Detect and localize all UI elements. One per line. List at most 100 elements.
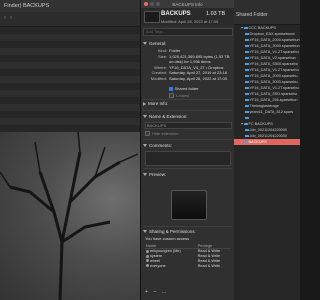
shared-folder-list: CCC BACKUPS Dropbox_EAX.sparsebund YF16_DA… (234, 25, 300, 145)
divider (143, 139, 232, 140)
folder-icon (245, 92, 249, 96)
general-value: Folder (169, 48, 181, 53)
shared-folder-checkbox[interactable]: Shared folder (169, 86, 199, 91)
folder-icon (244, 140, 248, 144)
shared-item-label: YF16_DATA_S500.sparsebu (249, 62, 298, 66)
name-field[interactable]: BACKUPS (145, 122, 232, 129)
user-icon (146, 259, 149, 263)
general-key: Modified: (150, 75, 167, 81)
shared-folder-label: Shared folder (174, 86, 199, 91)
disclosure-icon[interactable] (241, 123, 243, 125)
general-key: Where: (154, 64, 167, 70)
shared-item-label: BACKUPS (248, 140, 267, 144)
folder-icon (245, 80, 249, 84)
name-ext-section-toggle[interactable]: Name & Extension: (143, 114, 188, 119)
locked-label: Locked (176, 93, 189, 98)
folder-icon (245, 98, 249, 102)
locked-checkbox[interactable]: Locked (169, 93, 189, 99)
general-key: Kind: (157, 48, 167, 53)
shared-item-label: YF16_DATA_SSD.sparsebu (249, 92, 297, 96)
folder-icon (244, 122, 248, 126)
shared-item-label: YF16_DATA_2000.sparsebun (249, 38, 300, 42)
folder-icon (245, 68, 249, 72)
general-row: Modified: Saturday, April 28, 2022 at 17:… (143, 76, 229, 82)
permission-user: everyone (145, 263, 197, 268)
more-info-label: More Info: (148, 101, 169, 106)
shared-folder-window: Shared Folder CCC BACKUPS Dropbox_EAX.spa… (234, 0, 300, 300)
shared-item-label: YF16_DATA_256.sparsebun (249, 98, 298, 102)
info-window: BACKUPS Info BACKUPS 1.03 TB Modified: A… (140, 0, 235, 300)
divider (143, 226, 232, 227)
disclosure-open-icon (143, 230, 147, 234)
sharing-label: Sharing & Permissions: (149, 229, 196, 234)
disclosure-open-icon (143, 115, 147, 119)
add-user-button[interactable]: + (145, 289, 148, 295)
tags-input[interactable]: Add Tags... (143, 28, 233, 36)
shared-group-item[interactable]: BACKUPS (234, 139, 300, 145)
shared-item-label: Job_00211204220000 (249, 128, 288, 132)
shared-item-label: CCC BACKUPS (248, 26, 276, 30)
hide-extension-checkbox[interactable]: Hide extension (145, 131, 179, 137)
shared-item-label: YF16_DATA_V2.sparsebun (249, 56, 296, 60)
divider (143, 168, 232, 169)
more-info-section-toggle[interactable]: More Info: (143, 101, 168, 106)
permissions-table: Name Privilege erikyoungren (Me) Read & W… (145, 244, 231, 268)
hide-extension-label: Hide extension (152, 131, 179, 136)
shared-titlebar: Shared Folder (234, 0, 300, 25)
remove-user-button[interactable]: – (153, 289, 156, 295)
item-modified: Modified: April 28, 2022 at 17:05 (161, 19, 219, 24)
action-menu-button[interactable]: … (161, 289, 166, 295)
permission-user-name: wheel (150, 258, 160, 263)
permission-buttons: + – … (145, 289, 170, 295)
preview-label: Preview: (149, 172, 167, 177)
drive-icon (144, 11, 160, 23)
general-value: YF16_DATA_V4_2T • Dropbox (169, 64, 224, 70)
permission-privilege[interactable]: Read & Write (197, 263, 231, 268)
preview-drive-icon (171, 190, 207, 220)
preview-section-toggle[interactable]: Preview: (143, 172, 166, 177)
shared-item-label: YF16_DATA_2000.sparsebu (249, 74, 298, 78)
comments-textarea[interactable] (145, 151, 231, 166)
general-key: Size: (158, 53, 167, 59)
finder-toolbar: ‹ › (0, 12, 140, 27)
shared-item-label: YF16_DATA_V1.2T.sparsebu (249, 50, 299, 54)
general-section-toggle[interactable]: General: (143, 41, 166, 46)
checkbox-checked-icon (169, 87, 173, 91)
sharing-section-toggle[interactable]: Sharing & Permissions: (143, 229, 196, 234)
shared-item-label: YF16_DATA_3000.sparsebu (249, 80, 298, 84)
shared-title: Shared Folder (236, 12, 268, 18)
folder-icon (245, 62, 249, 66)
comments-section-toggle[interactable]: Comments: (143, 143, 172, 148)
shared-item-label: YF16_DATA_V1.2T.sparsebu (249, 68, 299, 72)
shared-item-label: Job_00211204220000 (249, 134, 288, 138)
folder-icon (245, 38, 249, 42)
permission-row[interactable]: everyone Read & Write (145, 263, 231, 268)
comments-label: Comments: (149, 143, 173, 148)
divider (143, 110, 232, 111)
back-icon[interactable]: ‹ (4, 15, 6, 21)
general-value: Saturday, April 28, 2022 at 17:05 (169, 75, 227, 81)
shared-item-label: FC BACKUPS (248, 122, 273, 126)
item-size: 1.03 TB (206, 11, 226, 17)
disclosure-icon[interactable] (241, 27, 243, 29)
permission-user-name: erikyoungren (Me) (150, 249, 181, 254)
info-window-title: BACKUPS Info (172, 1, 203, 7)
forward-icon[interactable]: › (10, 15, 12, 21)
disclosure-open-icon (143, 173, 147, 177)
background-photo (0, 132, 140, 300)
folder-icon (245, 50, 249, 54)
name-ext-label: Name & Extension: (149, 114, 188, 119)
shared-item-label: YF16_DATA_V1.2T.sparsebu (249, 86, 299, 90)
finder-window: Finder) BACKUPS ‹ › (0, 0, 140, 300)
disclosure-icon[interactable] (241, 141, 243, 143)
disclosure-closed-icon (143, 101, 146, 106)
folder-icon (245, 134, 249, 138)
user-icon (146, 249, 149, 253)
finder-file-list[interactable] (0, 27, 140, 132)
user-icon (146, 264, 149, 268)
checkbox-unchecked-icon (145, 131, 150, 137)
general-value: 1,025,421,369,695 bytes (1.03 TB (169, 53, 230, 59)
finder-title: Finder) BACKUPS (4, 3, 50, 9)
folder-icon (245, 74, 249, 78)
disclosure-open-icon (143, 42, 147, 46)
